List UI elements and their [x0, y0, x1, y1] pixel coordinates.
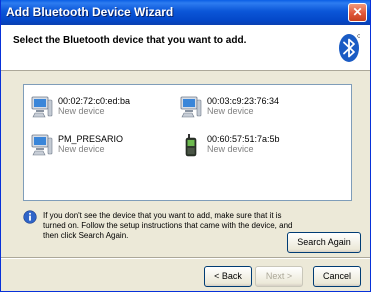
computer-icon: [31, 134, 53, 156]
page-title: Select the Bluetooth device that you wan…: [13, 35, 247, 46]
device-item[interactable]: 00:60:57:51:7a:5b New device: [179, 133, 329, 161]
cancel-button[interactable]: Cancel: [313, 266, 361, 287]
device-name: 00:03:c9:23:76:34: [207, 96, 280, 106]
bluetooth-logo-icon: [339, 34, 360, 62]
device-name: PM_PRESARIO: [58, 134, 124, 144]
title-bar[interactable]: Add Bluetooth Device Wizard ✕: [1, 0, 370, 25]
divider: [1, 257, 370, 259]
next-button[interactable]: Next >: [255, 266, 303, 287]
info-icon: [23, 210, 37, 224]
device-status: New device: [207, 106, 254, 116]
device-item[interactable]: 00:03:c9:23:76:34 New device: [179, 95, 329, 123]
device-status: New device: [207, 144, 254, 154]
window-title: Add Bluetooth Device Wizard: [6, 5, 174, 19]
search-again-button[interactable]: Search Again: [287, 232, 361, 253]
back-button[interactable]: < Back: [204, 266, 252, 287]
device-status: New device: [58, 106, 105, 116]
computer-icon: [180, 96, 202, 118]
device-item[interactable]: PM_PRESARIO New device: [30, 133, 170, 161]
device-name: 00:02:72:c0:ed:ba: [58, 96, 131, 106]
device-status: New device: [58, 144, 105, 154]
device-item[interactable]: 00:02:72:c0:ed:ba New device: [30, 95, 170, 123]
help-text: If you don't see the device that you wan…: [43, 211, 293, 240]
device-list[interactable]: 00:02:72:c0:ed:ba New device 00:03:c9:23…: [23, 84, 352, 201]
wizard-header: Select the Bluetooth device that you wan…: [1, 25, 370, 71]
wizard-window: Add Bluetooth Device Wizard ✕ Select the…: [0, 0, 371, 292]
computer-icon: [31, 96, 53, 118]
close-button[interactable]: ✕: [348, 3, 367, 22]
device-name: 00:60:57:51:7a:5b: [207, 134, 280, 144]
mobile-phone-icon: [185, 134, 197, 157]
